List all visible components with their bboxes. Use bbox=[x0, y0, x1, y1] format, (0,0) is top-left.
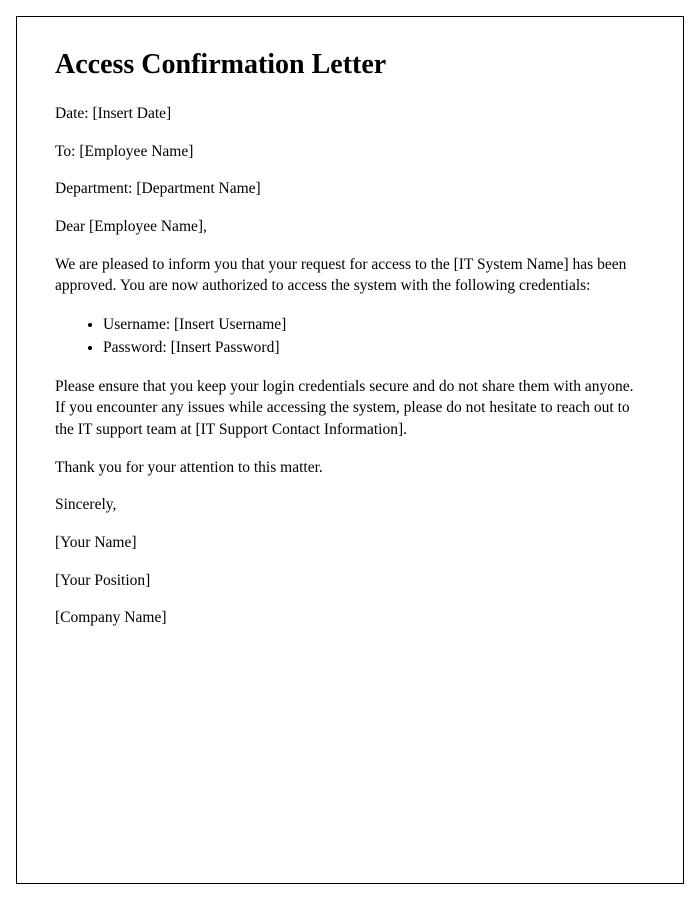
credential-username: Username: [Insert Username] bbox=[103, 313, 645, 336]
date-line: Date: [Insert Date] bbox=[55, 103, 645, 125]
document-frame: Access Confirmation Letter Date: [Insert… bbox=[16, 16, 684, 884]
document-title: Access Confirmation Letter bbox=[55, 49, 645, 81]
credentials-list: Username: [Insert Username] Password: [I… bbox=[103, 313, 645, 360]
body-paragraph-security: Please ensure that you keep your login c… bbox=[55, 376, 645, 441]
signature-position: [Your Position] bbox=[55, 570, 645, 592]
body-paragraph-approval: We are pleased to inform you that your r… bbox=[55, 254, 645, 297]
signature-name: [Your Name] bbox=[55, 532, 645, 554]
company-name: [Company Name] bbox=[55, 607, 645, 629]
credential-password: Password: [Insert Password] bbox=[103, 336, 645, 359]
thank-you-line: Thank you for your attention to this mat… bbox=[55, 457, 645, 479]
department-line: Department: [Department Name] bbox=[55, 178, 645, 200]
closing-line: Sincerely, bbox=[55, 494, 645, 516]
salutation: Dear [Employee Name], bbox=[55, 216, 645, 238]
to-line: To: [Employee Name] bbox=[55, 141, 645, 163]
